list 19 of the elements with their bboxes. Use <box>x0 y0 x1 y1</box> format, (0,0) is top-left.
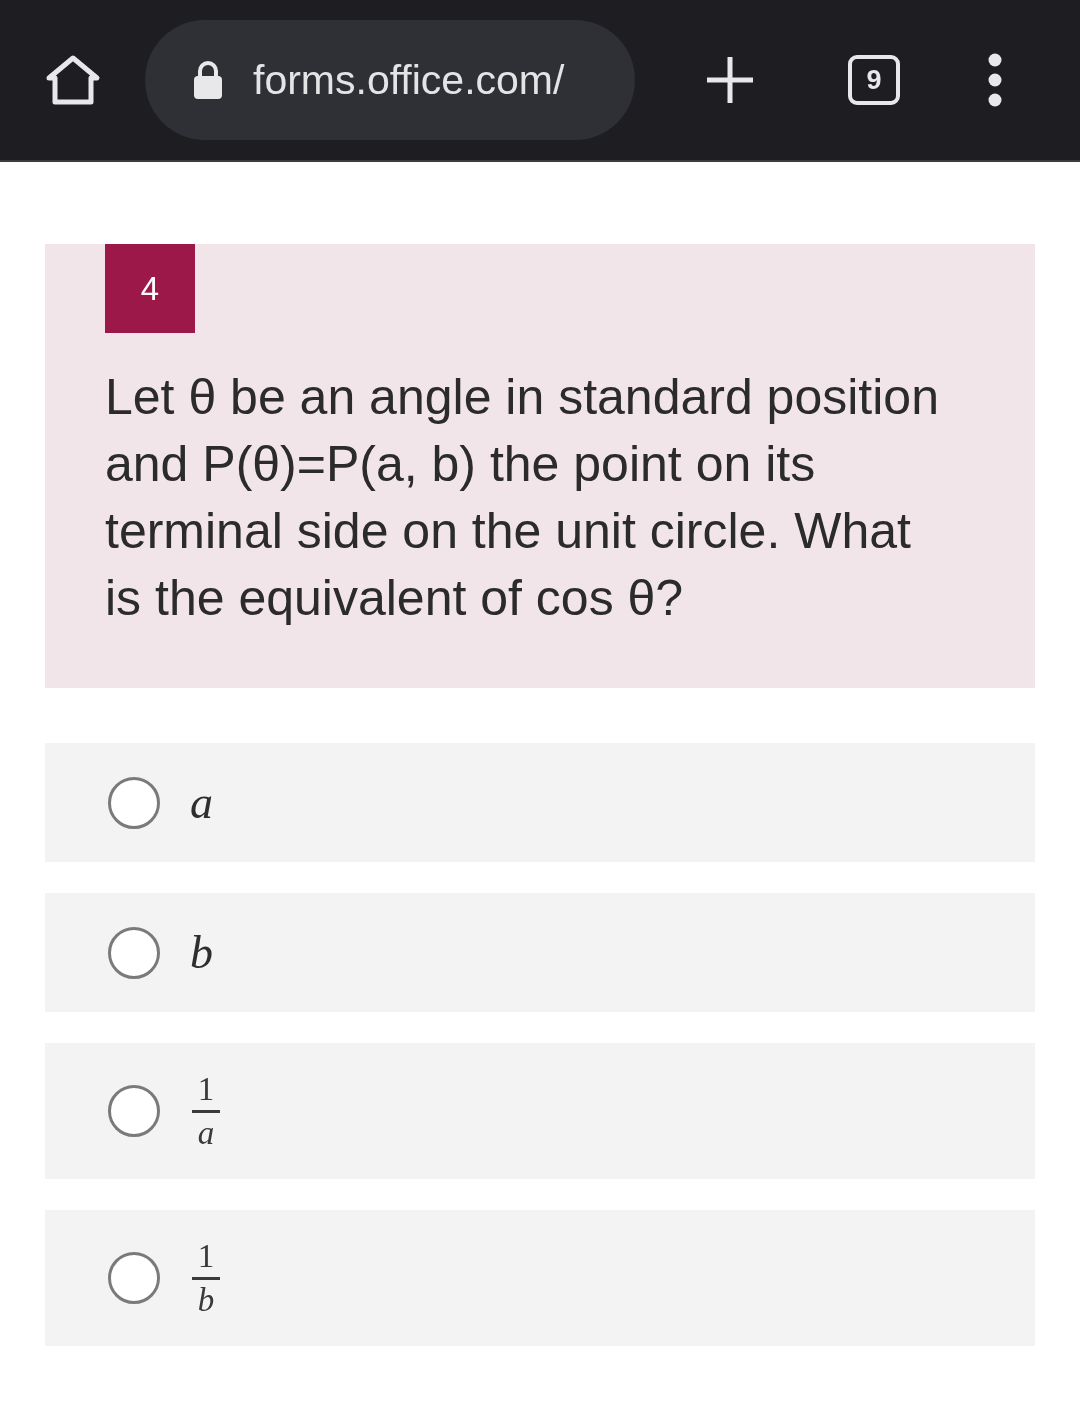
fraction-bar <box>192 1110 220 1113</box>
question-number: 4 <box>105 244 195 333</box>
radio-button[interactable] <box>108 926 160 979</box>
option-label: a <box>190 775 213 830</box>
fraction-denominator: b <box>197 1282 215 1318</box>
radio-button[interactable] <box>108 776 160 829</box>
fraction-denominator: a <box>197 1115 215 1151</box>
new-tab-icon[interactable] <box>705 55 755 105</box>
fraction-numerator: 1 <box>197 1071 215 1107</box>
home-icon[interactable] <box>45 54 101 106</box>
radio-button[interactable] <box>108 1085 160 1137</box>
fraction-numerator: 1 <box>197 1238 215 1274</box>
tab-switcher-button[interactable]: 9 <box>848 55 900 105</box>
fraction-bar <box>192 1277 220 1280</box>
option-label: b <box>190 925 213 980</box>
question-text: Let θ be an angle in standard position and P(θ)=P(a, b) the point on its terminal side on the unit circle. What is the equivalent of cos θ? <box>105 368 940 628</box>
lock-icon <box>193 60 223 100</box>
address-bar[interactable]: forms.office.com/ <box>145 20 635 140</box>
radio-button[interactable] <box>108 1252 160 1304</box>
